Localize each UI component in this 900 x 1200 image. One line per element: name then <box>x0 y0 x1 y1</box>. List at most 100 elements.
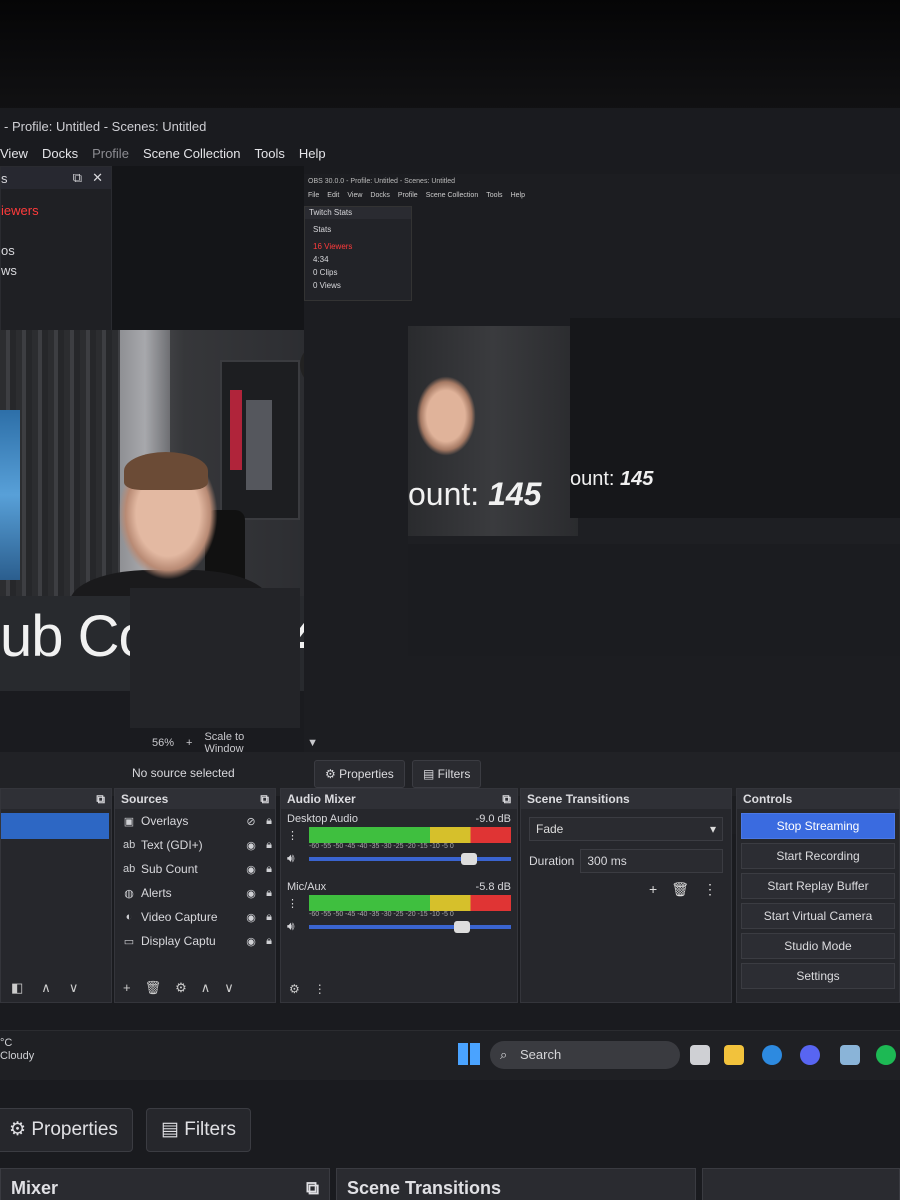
undock-icon[interactable]: ⧉ <box>306 1169 319 1200</box>
taskbar-search[interactable]: ⌕ Search <box>490 1041 680 1069</box>
channel-name: Mic/Aux <box>287 881 327 893</box>
nested-face <box>416 376 476 456</box>
start-virtual-camera-button[interactable]: Start Virtual Camera <box>741 903 895 929</box>
eye-icon[interactable]: ◉ <box>245 935 257 948</box>
chevron-down-icon[interactable]: ▼ <box>307 737 318 749</box>
filters-button[interactable]: ▤ Filters <box>412 760 482 788</box>
kebab-menu-icon[interactable]: ⋮ <box>287 829 298 842</box>
properties-button[interactable]: ⚙ Properties <box>314 760 405 788</box>
filters-label-large: Filters <box>184 1119 236 1140</box>
gear-icon[interactable]: ⚙ <box>175 980 187 996</box>
transition-select[interactable]: Fade ▾ <box>529 817 723 841</box>
plus-icon[interactable]: + <box>123 980 131 996</box>
transition-value: Fade <box>536 822 564 836</box>
source-name: Overlays <box>141 814 189 828</box>
trash-icon[interactable]: 🗑︎ <box>145 980 162 996</box>
lock-icon[interactable]: 🔒︎ <box>263 839 275 852</box>
start-replay-buffer-button[interactable]: Start Replay Buffer <box>741 873 895 899</box>
eye-icon[interactable]: ◉ <box>245 863 257 876</box>
kebab-menu-icon[interactable]: ⋮ <box>703 881 717 898</box>
eye-icon[interactable]: ◉ <box>245 839 257 852</box>
menu-help[interactable]: Help <box>299 146 326 161</box>
trash-icon[interactable]: 🗑︎ <box>671 881 689 898</box>
filter-icon[interactable]: ◧ <box>11 980 23 996</box>
nested-viewers: 16 Viewers <box>313 242 353 251</box>
undock-icon[interactable]: ⧉ <box>502 789 511 809</box>
chevron-down-icon[interactable]: ∨ <box>69 980 79 996</box>
lock-icon[interactable]: 🔒︎ <box>263 815 275 828</box>
properties-button-large[interactable]: ⚙ Properties <box>0 1108 133 1152</box>
scene-transitions-panel: Scene Transitions Fade ▾ Duration 300 ms … <box>520 788 732 1003</box>
settings-button[interactable]: Settings <box>741 963 895 989</box>
volume-knob[interactable] <box>454 921 471 933</box>
lock-icon[interactable]: 🔒︎ <box>263 935 275 948</box>
menu-scene-collection[interactable]: Scene Collection <box>143 146 241 161</box>
task-view-icon[interactable] <box>690 1045 710 1065</box>
source-item[interactable]: ab Text (GDI+) ◉ 🔒︎ <box>115 833 275 857</box>
volume-knob[interactable] <box>460 853 477 865</box>
chevron-down-icon: ▾ <box>709 822 716 836</box>
steam-icon[interactable] <box>840 1045 860 1065</box>
properties-label-large: Properties <box>31 1119 118 1140</box>
source-item[interactable]: ◍ Alerts ◉ 🔒︎ <box>115 881 275 905</box>
transitions-header: Scene Transitions <box>521 789 731 809</box>
chevron-up-icon[interactable]: ∧ <box>41 980 51 996</box>
gear-icon[interactable]: ⚙ <box>289 982 300 996</box>
zoom-plus[interactable]: + <box>186 737 192 749</box>
source-item[interactable]: ◐ Video Capture ◉ 🔒︎ <box>115 905 275 929</box>
chevron-up-icon[interactable]: ∧ <box>201 980 211 996</box>
spotify-icon[interactable] <box>876 1045 896 1065</box>
edge-icon[interactable] <box>762 1045 782 1065</box>
source-name: Alerts <box>141 886 172 900</box>
nested-menu-tools: Tools <box>486 192 503 199</box>
speaker-icon[interactable]: 🔊︎ <box>287 919 295 934</box>
duration-input[interactable]: 300 ms <box>580 849 723 873</box>
source-item[interactable]: ▣ Overlays ⊘ 🔒︎ <box>115 809 275 833</box>
undock-icon[interactable]: ⧉ <box>260 789 269 809</box>
controls-panel: Controls Stop Streaming Start Recording … <box>736 788 900 1003</box>
eye-hidden-icon[interactable]: ⊘ <box>245 815 257 828</box>
eye-icon[interactable]: ◉ <box>245 911 257 924</box>
chevron-down-icon[interactable]: ∨ <box>224 980 234 996</box>
stats-viewers: iewers <box>1 203 39 218</box>
lock-icon[interactable]: 🔒︎ <box>263 887 275 900</box>
menu-view[interactable]: View <box>0 146 28 161</box>
filters-button-large[interactable]: ▤ Filters <box>146 1108 251 1152</box>
weather-desc: Cloudy <box>0 1050 35 1062</box>
volume-slider[interactable] <box>309 853 511 865</box>
undock-icon[interactable]: ⧉ <box>96 789 105 809</box>
source-item[interactable]: ▭ Display Captu ◉ 🔒︎ <box>115 929 275 953</box>
nested-menu-help: Help <box>510 192 525 199</box>
menu-docks[interactable]: Docks <box>42 146 78 161</box>
stop-streaming-button[interactable]: Stop Streaming <box>741 813 895 839</box>
source-item[interactable]: ab Sub Count ◉ 🔒︎ <box>115 857 275 881</box>
eye-icon[interactable]: ◉ <box>245 887 257 900</box>
studio-mode-button[interactable]: Studio Mode <box>741 933 895 959</box>
globe-icon: ◍ <box>124 887 134 900</box>
undock-icon[interactable]: ⧉ <box>73 170 82 186</box>
menu-profile[interactable]: Profile <box>92 146 129 161</box>
discord-icon[interactable] <box>800 1045 820 1065</box>
windows-start-icon[interactable] <box>458 1043 480 1065</box>
start-recording-button[interactable]: Start Recording <box>741 843 895 869</box>
lock-icon[interactable]: 🔒︎ <box>263 863 275 876</box>
mixer-title: Audio Mixer <box>287 792 356 806</box>
file-explorer-icon[interactable] <box>724 1045 744 1065</box>
menu-tools[interactable]: Tools <box>255 146 285 161</box>
scene-item-selected[interactable] <box>1 813 109 839</box>
volume-slider[interactable] <box>309 921 511 933</box>
weather-widget[interactable]: °C Cloudy <box>0 1037 34 1063</box>
zoom-value[interactable]: 56% <box>152 737 174 749</box>
kebab-menu-icon[interactable]: ⋮ <box>287 897 298 910</box>
stats-row-2 <box>1 221 111 241</box>
close-icon[interactable]: ✕ <box>92 170 103 186</box>
nested-menu-scene-collection: Scene Collection <box>425 192 479 199</box>
nested3-sub-label: ount: <box>570 468 615 490</box>
lock-icon[interactable]: 🔒︎ <box>263 911 275 924</box>
transitions-title: Scene Transitions <box>527 792 630 806</box>
speaker-icon[interactable]: 🔊︎ <box>287 851 295 866</box>
plus-icon[interactable]: + <box>649 881 657 898</box>
image-icon: ▣ <box>123 815 135 828</box>
nested-sub-count: ount: 145 <box>408 476 541 513</box>
kebab-menu-icon[interactable]: ⋮ <box>314 982 326 996</box>
